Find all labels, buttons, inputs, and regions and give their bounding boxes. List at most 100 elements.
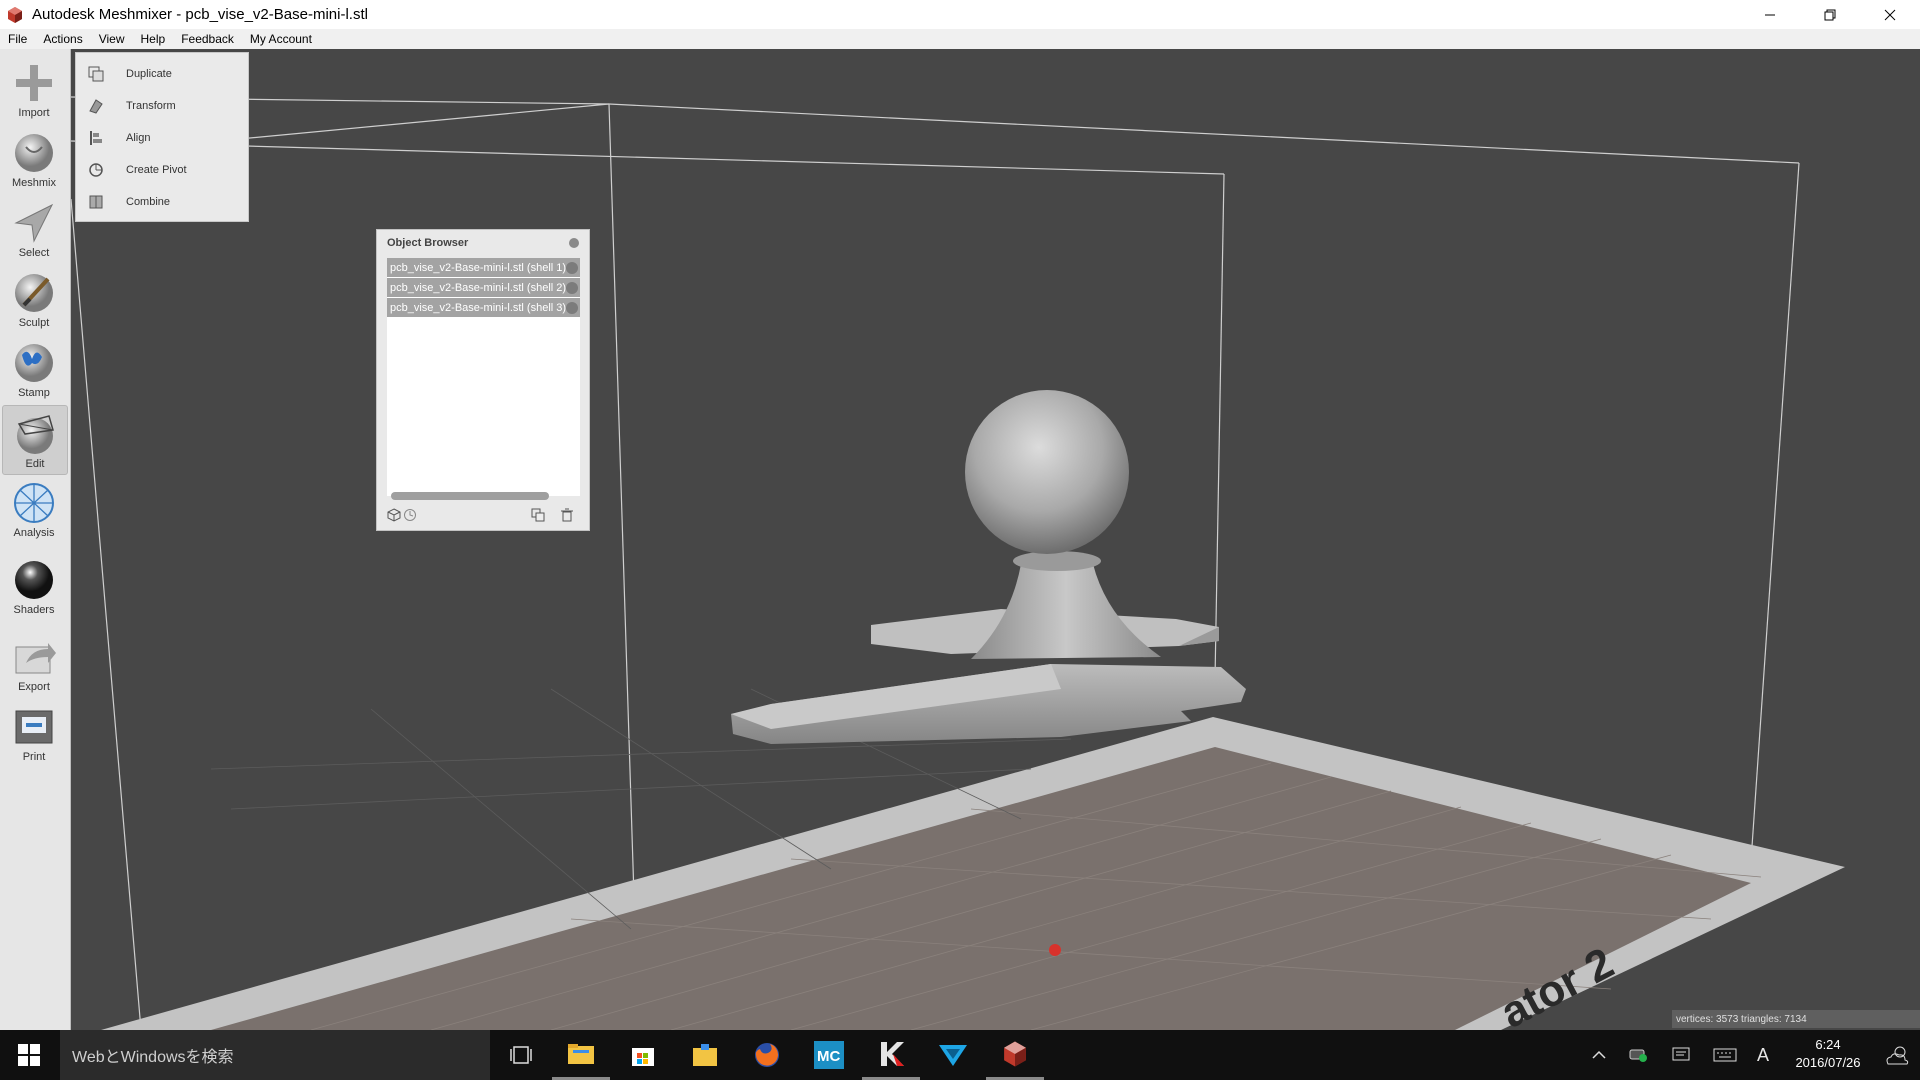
tool-label: Stamp (18, 387, 50, 399)
print-icon (15, 710, 53, 744)
keyboard-icon[interactable] (1710, 1030, 1740, 1080)
minimize-icon (1765, 14, 1775, 15)
tool-edit[interactable]: Edit (2, 405, 68, 475)
menu-help[interactable]: Help (133, 32, 174, 46)
stamp-icon (15, 344, 53, 382)
edit-icon (17, 415, 54, 454)
menu-my-account[interactable]: My Account (242, 32, 320, 46)
v-app-icon (939, 1045, 967, 1066)
system-clock[interactable]: 6:24 2016/07/26 (1788, 1036, 1868, 1072)
menu-bar: File Actions View Help Feedback My Accou… (0, 29, 1920, 49)
menu-transform[interactable]: Transform (76, 90, 248, 122)
tool-label: Print (22, 751, 46, 763)
tool-label: Select (18, 247, 50, 259)
taskbar-folder-app[interactable] (676, 1030, 734, 1080)
pivot-marker[interactable] (1049, 944, 1061, 956)
tool-sidebar: Import Meshmix Select Sculpt Stamp Edit … (0, 49, 71, 1030)
tool-shaders[interactable]: Shaders (2, 552, 66, 620)
meshmix-icon (15, 134, 53, 172)
export-icon (15, 643, 56, 674)
menu-align[interactable]: Align (76, 122, 248, 154)
tool-label: Shaders (13, 604, 55, 616)
action-center-icon[interactable] (1668, 1030, 1694, 1080)
search-placeholder: WebとWindowsを検索 (72, 1049, 234, 1066)
analysis-icon (14, 483, 54, 523)
search-box[interactable]: WebとWindowsを検索 (60, 1030, 490, 1080)
shaders-icon (15, 561, 53, 599)
menu-item-label: Create Pivot (126, 164, 187, 176)
visibility-icon[interactable] (566, 261, 578, 274)
taskbar-meshmixer[interactable] (986, 1030, 1044, 1080)
cube-icon[interactable] (387, 508, 401, 522)
menu-view[interactable]: View (91, 32, 133, 46)
window-controls (1740, 0, 1920, 29)
taskbar-v-app[interactable] (924, 1030, 982, 1080)
tool-stamp[interactable]: Stamp (2, 335, 66, 403)
mc-icon: MC (814, 1041, 844, 1069)
menu-feedback[interactable]: Feedback (173, 32, 242, 46)
start-button[interactable] (0, 1030, 58, 1080)
3d-viewport[interactable]: ator 2 (71, 49, 1920, 1030)
meshmixer-taskbar-icon (1004, 1041, 1026, 1066)
object-item-shell-3[interactable]: pcb_vise_v2-Base-mini-l.stl (shell 3) (387, 298, 580, 317)
menu-duplicate[interactable]: Duplicate (76, 58, 248, 90)
firefox-icon (755, 1043, 779, 1067)
close-icon[interactable] (569, 238, 579, 248)
task-view-icon (510, 1046, 532, 1064)
network-status-icon[interactable] (1626, 1030, 1652, 1080)
tool-label: Meshmix (11, 177, 56, 189)
menu-combine[interactable]: Combine (76, 186, 248, 218)
tool-label: Analysis (13, 527, 55, 539)
task-view-button[interactable] (492, 1030, 550, 1080)
mesh-model[interactable] (731, 390, 1246, 744)
taskbar-file-explorer[interactable] (552, 1030, 610, 1080)
folder-icon (568, 1043, 594, 1064)
k-app-icon (881, 1041, 904, 1066)
tool-meshmix[interactable]: Meshmix (2, 125, 66, 193)
object-browser-footer (385, 506, 581, 524)
windows-logo-icon (18, 1044, 40, 1066)
close-icon (1884, 9, 1896, 20)
trash-icon[interactable] (560, 508, 574, 522)
meshmixer-app-icon (8, 6, 22, 23)
weather-icon[interactable] (1880, 1030, 1916, 1080)
store-icon (632, 1048, 654, 1066)
taskbar-k-app[interactable] (862, 1030, 920, 1080)
title-bar: Autodesk Meshmixer - pcb_vise_v2-Base-mi… (0, 0, 1920, 29)
restore-button[interactable] (1800, 0, 1860, 29)
visibility-icon[interactable] (566, 301, 578, 314)
select-arrow-icon (14, 203, 54, 243)
menu-actions[interactable]: Actions (35, 32, 90, 46)
tool-label: Edit (25, 458, 45, 470)
ime-indicator[interactable]: A (1752, 1030, 1774, 1080)
object-item-shell-1[interactable]: pcb_vise_v2-Base-mini-l.stl (shell 1) (387, 258, 580, 277)
panel-title: Object Browser (387, 237, 469, 249)
menu-create-pivot[interactable]: Create Pivot (76, 154, 248, 186)
window-title: Autodesk Meshmixer - pcb_vise_v2-Base-mi… (32, 6, 368, 23)
object-name: pcb_vise_v2-Base-mini-l.stl (shell 1) (390, 261, 567, 274)
folder-app-icon (693, 1044, 717, 1066)
horizontal-scrollbar[interactable] (391, 492, 549, 500)
tool-export[interactable]: Export (2, 629, 66, 697)
tray-overflow-chevron-icon[interactable] (1586, 1030, 1612, 1080)
menu-file[interactable]: File (0, 32, 35, 46)
tool-print[interactable]: Print (2, 699, 66, 767)
object-item-shell-2[interactable]: pcb_vise_v2-Base-mini-l.stl (shell 2) (387, 278, 580, 297)
taskbar-mc[interactable]: MC (800, 1030, 858, 1080)
duplicate-object-icon[interactable] (531, 508, 545, 522)
taskbar-store[interactable] (614, 1030, 672, 1080)
tool-analysis[interactable]: Analysis (2, 475, 66, 543)
pivot-icon (89, 163, 103, 177)
tool-sculpt[interactable]: Sculpt (2, 265, 66, 333)
clock-time: 6:24 (1815, 1037, 1841, 1052)
tool-select[interactable]: Select (2, 195, 66, 263)
close-button[interactable] (1860, 0, 1920, 29)
clock-icon[interactable] (403, 508, 417, 522)
taskbar-firefox[interactable] (738, 1030, 796, 1080)
align-icon (90, 131, 102, 145)
clock-date: 2016/07/26 (1795, 1055, 1861, 1070)
minimize-button[interactable] (1740, 0, 1800, 29)
visibility-icon[interactable] (566, 281, 578, 294)
object-name: pcb_vise_v2-Base-mini-l.stl (shell 2) (390, 281, 567, 294)
tool-import[interactable]: Import (2, 55, 66, 123)
